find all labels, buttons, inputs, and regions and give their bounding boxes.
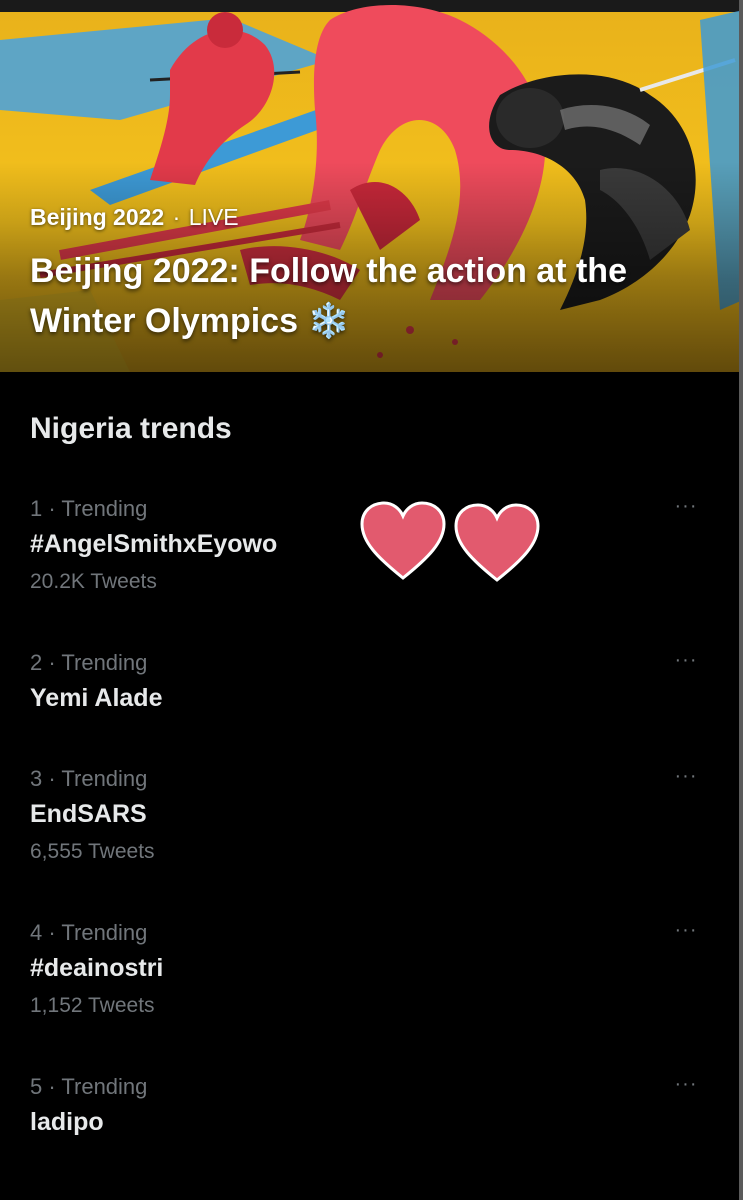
olympics-hero-banner[interactable]: Beijing 2022 · LIVE Beijing 2022: Follow… — [0, 0, 743, 372]
trend-context: 1 · Trending — [30, 496, 148, 521]
trend-name: ladipo — [30, 1108, 104, 1136]
banner-meta: Beijing 2022 · LIVE — [30, 204, 239, 231]
trend-tweet-count: 6,555 Tweets — [30, 840, 155, 863]
banner-headline[interactable]: Beijing 2022: Follow the action at the W… — [30, 246, 720, 346]
more-options-icon[interactable]: ··· — [668, 496, 704, 520]
more-options-icon[interactable]: ··· — [668, 1074, 704, 1098]
banner-live-label: LIVE — [188, 204, 239, 230]
screen-edge — [739, 0, 743, 1200]
trend-name: #deainostri — [30, 954, 164, 982]
trend-item-3[interactable]: 3 · Trending EndSARS 6,555 Tweets ··· — [0, 766, 739, 876]
trends-panel-title: Nigeria trends — [30, 412, 232, 445]
banner-separator: · — [172, 204, 181, 230]
trend-name: Yemi Alade — [30, 684, 163, 712]
trend-item-4[interactable]: 4 · Trending #deainostri 1,152 Tweets ··… — [0, 920, 739, 1030]
trend-item-2[interactable]: 2 · Trending Yemi Alade ··· — [0, 650, 739, 730]
trend-tweet-count: 1,152 Tweets — [30, 994, 155, 1017]
more-options-icon[interactable]: ··· — [668, 766, 704, 790]
trend-name: EndSARS — [30, 800, 147, 828]
trend-context: 4 · Trending — [30, 920, 148, 945]
more-options-icon[interactable]: ··· — [668, 650, 704, 674]
trend-context: 5 · Trending — [30, 1074, 148, 1099]
banner-category: Beijing 2022 — [30, 204, 165, 230]
trend-tweet-count: 20.2K Tweets — [30, 570, 157, 593]
trend-context: 3 · Trending — [30, 766, 148, 791]
heart-icon — [454, 503, 540, 582]
trends-panel: Nigeria trends 1 · Trending #AngelSmithx… — [0, 372, 739, 1200]
snowflake-icon: ❄️ — [307, 302, 350, 340]
trend-item-5[interactable]: 5 · Trending ladipo ··· — [0, 1074, 739, 1154]
heart-icon — [360, 501, 446, 580]
trend-context: 2 · Trending — [30, 650, 148, 675]
more-options-icon[interactable]: ··· — [668, 920, 704, 944]
trend-name: #AngelSmithxEyowo — [30, 530, 278, 558]
